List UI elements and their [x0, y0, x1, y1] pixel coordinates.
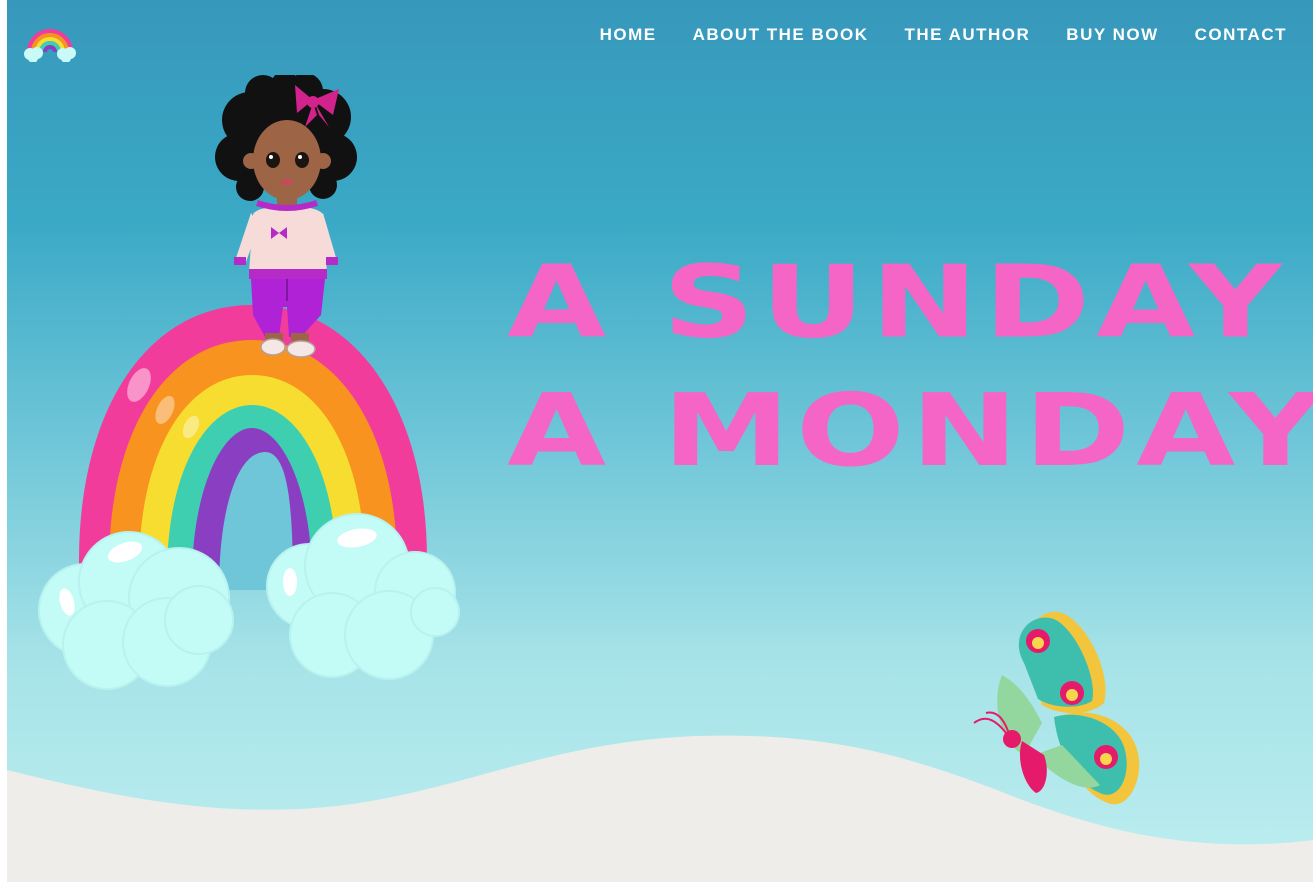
nav-about-the-book[interactable]: ABOUT THE BOOK — [693, 24, 869, 46]
main-menu: HOME ABOUT THE BOOK THE AUTHOR BUY NOW C… — [600, 24, 1287, 46]
title-line-2: A MONDAY — [507, 372, 1313, 490]
nav-buy-now[interactable]: BUY NOW — [1066, 24, 1158, 46]
title-line-1: A SUNDAY ON — [507, 244, 1313, 361]
rainbow-logo-icon[interactable] — [21, 10, 79, 63]
butterfly-illustration — [973, 611, 1140, 805]
book-title: A SUNDAY ON A MONDAY — [507, 238, 1313, 495]
nav-the-author[interactable]: THE AUTHOR — [904, 24, 1030, 46]
nav-contact[interactable]: CONTACT — [1195, 24, 1287, 46]
girl-illustration — [215, 75, 357, 358]
hero-section: HOME ABOUT THE BOOK THE AUTHOR BUY NOW C… — [7, 0, 1313, 882]
nav-home[interactable]: HOME — [600, 24, 657, 46]
top-navigation: HOME ABOUT THE BOOK THE AUTHOR BUY NOW C… — [7, 0, 1313, 72]
